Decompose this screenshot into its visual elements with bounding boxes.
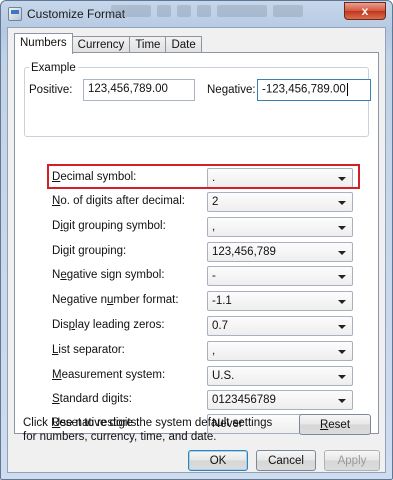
measurement-system-dropdown[interactable]: U.S.	[207, 366, 353, 386]
chevron-down-icon	[338, 300, 346, 304]
tab-date[interactable]: Date	[165, 36, 202, 53]
tab-currency[interactable]: Currency	[71, 36, 131, 53]
setting-label: Negative number format:	[52, 294, 179, 306]
apply-button[interactable]: Apply	[324, 450, 380, 471]
annotation-highlight-box	[47, 164, 360, 189]
setting-row-display-leading-zeros: Display leading zeros: 0.7	[45, 316, 355, 337]
customize-format-dialog: Customize Format x Numbers Currency Time…	[0, 0, 393, 480]
app-icon	[8, 7, 22, 21]
list-separator-dropdown[interactable]: ,	[207, 341, 353, 361]
setting-label: Measurement system:	[52, 369, 166, 381]
dropdown-value: 0123456789	[212, 394, 276, 406]
chevron-down-icon	[338, 251, 346, 255]
close-button[interactable]: x	[344, 2, 386, 20]
negative-example-field: -123,456,789.00	[257, 79, 371, 101]
dropdown-value: ,	[212, 345, 216, 357]
setting-row-measurement-system: Measurement system: U.S.	[45, 366, 355, 387]
tab-time[interactable]: Time	[129, 36, 167, 53]
ok-button[interactable]: OK	[188, 450, 248, 471]
negative-label: Negative:	[207, 84, 256, 96]
tab-strip: Numbers Currency Time Date	[14, 33, 202, 54]
negative-example-value: -123,456,789.00	[262, 83, 346, 96]
dropdown-value: 2	[212, 196, 219, 208]
digits-after-decimal-dropdown[interactable]: 2	[207, 192, 353, 212]
dropdown-value: -1.1	[212, 295, 232, 307]
chevron-down-icon	[338, 201, 346, 205]
setting-row-digits-after-decimal: No. of digits after decimal: 2	[45, 192, 355, 213]
dropdown-value: ,	[212, 221, 216, 233]
digit-grouping-dropdown[interactable]: 123,456,789	[207, 242, 353, 262]
positive-example-field: 123,456,789.00	[83, 79, 195, 101]
setting-row-list-separator: List separator: ,	[45, 341, 355, 362]
numbers-panel: Example Positive: 123,456,789.00 Negativ…	[14, 52, 379, 434]
positive-label: Positive:	[29, 84, 73, 96]
title-bar[interactable]: Customize Format x	[1, 1, 392, 27]
setting-row-standard-digits: Standard digits: 0123456789	[45, 390, 355, 411]
digit-grouping-symbol-dropdown[interactable]: ,	[207, 217, 353, 237]
positive-example-value: 123,456,789.00	[88, 83, 168, 95]
negative-sign-symbol-dropdown[interactable]: -	[207, 266, 353, 286]
dropdown-value: 123,456,789	[212, 246, 276, 258]
dialog-client: Numbers Currency Time Date Example Posit…	[7, 27, 386, 473]
reset-button[interactable]: Reset	[299, 414, 371, 435]
setting-row-digit-grouping-symbol: Digit grouping symbol: ,	[45, 217, 355, 238]
chevron-down-icon	[338, 375, 346, 379]
chevron-down-icon	[338, 399, 346, 403]
setting-label: Standard digits:	[52, 393, 132, 405]
setting-label: Digit grouping:	[52, 245, 127, 257]
chevron-down-icon	[338, 350, 346, 354]
reset-description: Click Reset to restore the system defaul…	[23, 417, 273, 443]
close-icon: x	[361, 4, 369, 18]
chevron-down-icon	[338, 275, 346, 279]
dropdown-value: U.S.	[212, 370, 235, 382]
chevron-down-icon	[338, 226, 346, 230]
setting-label: No. of digits after decimal:	[52, 195, 185, 207]
setting-row-negative-number-format: Negative number format: -1.1	[45, 291, 355, 312]
setting-label: List separator:	[52, 344, 125, 356]
example-group	[24, 67, 369, 137]
setting-row-digit-grouping: Digit grouping: 123,456,789	[45, 242, 355, 263]
setting-label: Digit grouping symbol:	[52, 220, 166, 232]
chevron-down-icon	[338, 325, 346, 329]
setting-label: Display leading zeros:	[52, 319, 165, 331]
example-group-label: Example	[29, 62, 78, 74]
setting-row-negative-sign-symbol: Negative sign symbol: -	[45, 266, 355, 287]
text-caret	[346, 83, 348, 96]
background-toolbar-ghost	[111, 5, 341, 21]
tab-numbers[interactable]: Numbers	[14, 33, 73, 54]
setting-label: Negative sign symbol:	[52, 269, 165, 281]
negative-number-format-dropdown[interactable]: -1.1	[207, 291, 353, 311]
cancel-button[interactable]: Cancel	[256, 450, 316, 471]
display-leading-zeros-dropdown[interactable]: 0.7	[207, 316, 353, 336]
dropdown-value: -	[212, 270, 216, 282]
standard-digits-dropdown[interactable]: 0123456789	[207, 390, 353, 410]
dropdown-value: 0.7	[212, 320, 228, 332]
